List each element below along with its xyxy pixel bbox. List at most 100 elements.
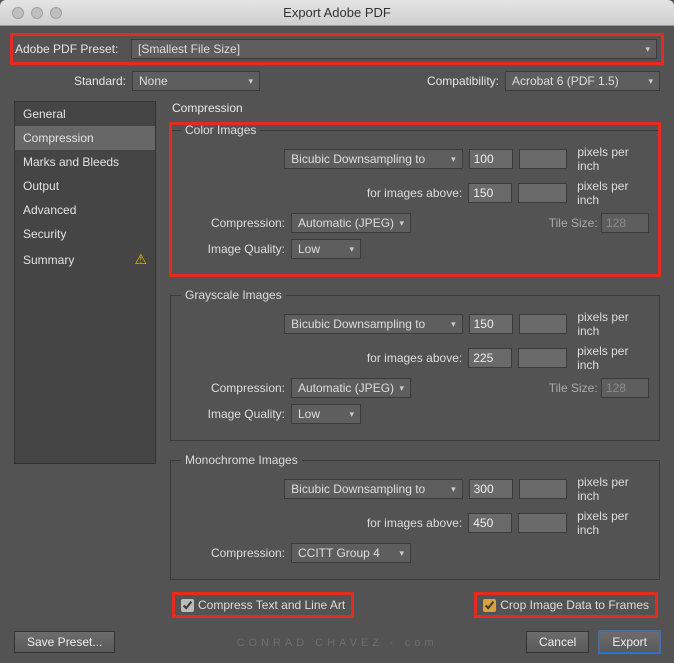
sidebar-item-general[interactable]: General [15,102,155,126]
sidebar-item-compression[interactable]: Compression [15,126,155,150]
chevron-down-icon: ▾ [399,218,404,229]
sidebar-item-label: Advanced [23,203,76,217]
gray-downsampling-dropdown[interactable]: Bicubic Downsampling to ▾ [284,314,462,334]
color-images-group: Color Images Bicubic Downsampling to ▾ p… [170,123,660,276]
cancel-button[interactable]: Cancel [526,631,589,653]
unit-box [518,183,567,203]
compatibility-label: Compatibility: [427,74,499,88]
warning-icon: ⚠ [134,251,147,268]
monochrome-images-group: Monochrome Images Bicubic Downsampling t… [170,453,660,580]
crop-image-checkbox[interactable]: Crop Image Data to Frames [474,592,658,618]
chevron-down-icon: ▾ [349,244,354,255]
gray-tilesize-input [601,378,649,398]
sidebar-item-marks-bleeds[interactable]: Marks and Bleeds [15,150,155,174]
compatibility-dropdown[interactable]: Acrobat 6 (PDF 1.5) ▾ [505,71,660,91]
preset-dropdown[interactable]: [Smallest File Size] ▾ [131,39,657,59]
unit-box [519,149,568,169]
compress-text-label: Compress Text and Line Art [198,598,345,612]
chevron-down-icon: ▾ [399,383,404,394]
category-sidebar: General Compression Marks and Bleeds Out… [14,101,156,464]
ppi-label: pixels per inch [577,475,649,503]
standard-value: None [139,74,168,88]
window-traffic-lights [12,7,62,19]
chevron-down-icon: ▾ [248,76,253,87]
sidebar-item-advanced[interactable]: Advanced [15,198,155,222]
color-tilesize: Tile Size: [549,213,649,233]
standard-dropdown[interactable]: None ▾ [132,71,260,91]
preset-value: [Smallest File Size] [138,42,240,56]
sidebar-item-label: Security [23,227,66,241]
gray-downsampling-value: Bicubic Downsampling to [291,317,425,331]
mono-ppi-above-input[interactable] [468,513,512,533]
color-quality-value: Low [298,242,320,256]
color-downsampling-value: Bicubic Downsampling to [291,152,425,166]
unit-box [519,314,568,334]
mono-downsampling-value: Bicubic Downsampling to [291,482,425,496]
mono-legend: Monochrome Images [181,453,302,467]
sidebar-item-label: General [23,107,66,121]
mono-downsampling-dropdown[interactable]: Bicubic Downsampling to ▾ [284,479,462,499]
tilesize-label: Tile Size: [549,216,598,230]
gray-tilesize: Tile Size: [549,378,649,398]
tilesize-label: Tile Size: [549,381,598,395]
gray-compression-dropdown[interactable]: Automatic (JPEG) ▾ [291,378,411,398]
color-downsampling-dropdown[interactable]: Bicubic Downsampling to ▾ [284,149,462,169]
sidebar-item-label: Summary [23,253,74,267]
for-images-above-label: for images above: [181,516,462,530]
for-images-above-label: for images above: [181,186,462,200]
sidebar-item-label: Compression [23,131,94,145]
image-quality-label: Image Quality: [181,407,285,421]
gray-quality-value: Low [298,407,320,421]
gray-quality-dropdown[interactable]: Low ▾ [291,404,361,424]
for-images-above-label: for images above: [181,351,462,365]
compress-text-checkbox[interactable]: Compress Text and Line Art [172,592,354,618]
ppi-label: pixels per inch [577,509,649,537]
ppi-label: pixels per inch [577,344,649,372]
unit-box [518,348,567,368]
color-quality-dropdown[interactable]: Low ▾ [291,239,361,259]
unit-box [518,513,567,533]
chevron-down-icon: ▾ [648,76,653,87]
save-preset-button[interactable]: Save Preset... [14,631,115,653]
color-ppi-above-input[interactable] [468,183,512,203]
crop-image-checkbox-input[interactable] [483,599,496,612]
gray-legend: Grayscale Images [181,288,286,302]
sidebar-item-security[interactable]: Security [15,222,155,246]
gray-ppi-above-input[interactable] [468,348,512,368]
sidebar-item-summary[interactable]: Summary ⚠ [15,246,155,273]
traffic-minimize-icon[interactable] [31,7,43,19]
panel-title: Compression [170,101,660,115]
chevron-down-icon: ▾ [645,44,650,55]
traffic-zoom-icon[interactable] [50,7,62,19]
sidebar-item-output[interactable]: Output [15,174,155,198]
compress-text-checkbox-input[interactable] [181,599,194,612]
color-ppi-input[interactable] [469,149,513,169]
mono-compression-dropdown[interactable]: CCITT Group 4 ▾ [291,543,411,563]
window-titlebar: Export Adobe PDF [0,0,674,26]
sidebar-item-label: Output [23,179,59,193]
window-title: Export Adobe PDF [283,5,391,20]
color-compression-value: Automatic (JPEG) [298,216,394,230]
color-tilesize-input [601,213,649,233]
unit-box [519,479,568,499]
traffic-close-icon[interactable] [12,7,24,19]
color-compression-dropdown[interactable]: Automatic (JPEG) ▾ [291,213,411,233]
chevron-down-icon: ▾ [451,154,456,165]
ppi-label: pixels per inch [577,310,649,338]
compression-label: Compression: [181,546,285,560]
compatibility-value: Acrobat 6 (PDF 1.5) [512,74,619,88]
chevron-down-icon: ▾ [399,548,404,559]
ppi-label: pixels per inch [577,179,649,207]
export-button[interactable]: Export [599,631,660,653]
color-legend: Color Images [181,123,260,137]
mono-ppi-input[interactable] [469,479,513,499]
preset-label: Adobe PDF Preset: [13,42,131,56]
image-quality-label: Image Quality: [181,242,285,256]
crop-image-label: Crop Image Data to Frames [500,598,649,612]
mono-compression-value: CCITT Group 4 [298,546,380,560]
preset-row: Adobe PDF Preset: [Smallest File Size] ▾ [10,33,664,65]
gray-ppi-input[interactable] [469,314,513,334]
ppi-label: pixels per inch [577,145,649,173]
compression-label: Compression: [181,381,285,395]
sidebar-item-label: Marks and Bleeds [23,155,119,169]
